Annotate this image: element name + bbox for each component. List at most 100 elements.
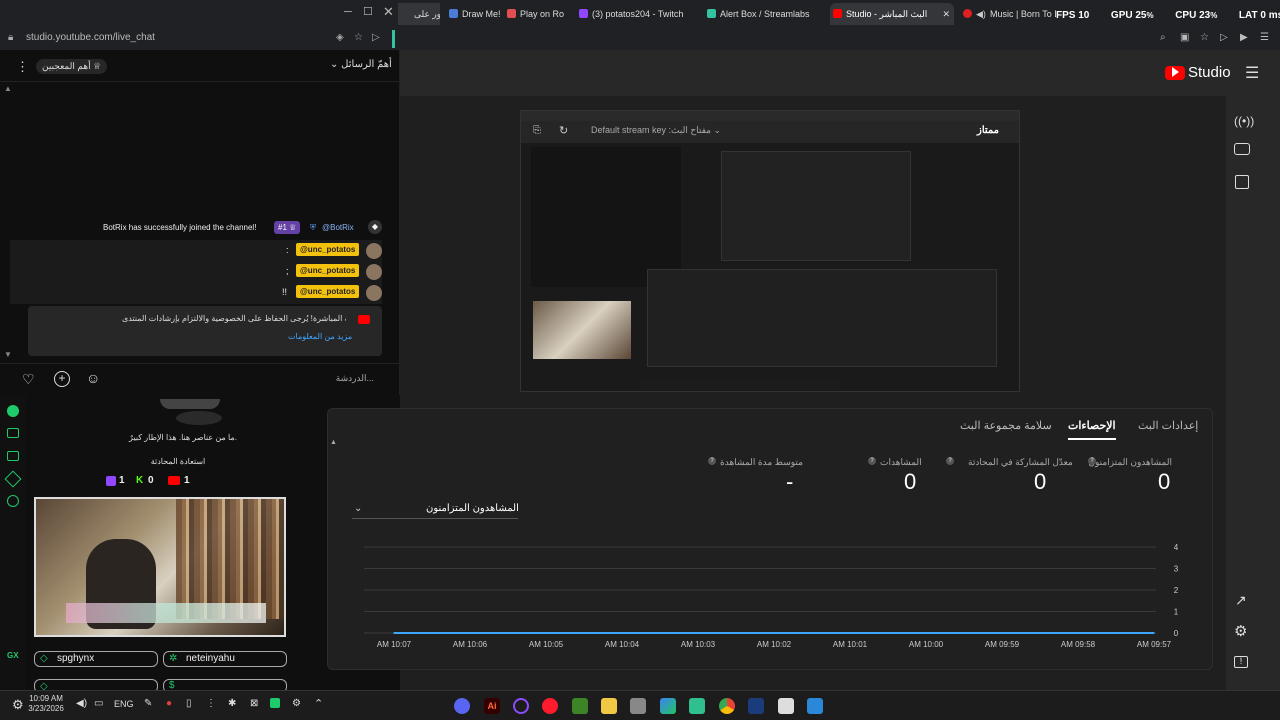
discord-icon[interactable] (454, 698, 470, 714)
x-tick-label: AM 09:59 (985, 640, 1020, 649)
tab-5[interactable]: Studio - البث المباشر ✕ (830, 3, 954, 25)
heart-icon[interactable]: ♡ (22, 371, 35, 388)
chat-filter-dropdown[interactable]: ⌄ أهمّ الرسائل (330, 59, 392, 70)
calculator-icon[interactable] (630, 698, 646, 714)
minimize-icon[interactable]: ─ (344, 6, 352, 18)
tab-search-icon[interactable]: ⌕ (1160, 32, 1166, 43)
external-link-icon[interactable]: ↗ (1235, 592, 1247, 609)
calendar-icon[interactable] (1235, 175, 1249, 189)
address-bar[interactable]: 🔒︎ studio.youtube.com/live_chat ◈ ☆ ▷ (0, 28, 400, 50)
monitor-icon[interactable]: ▭ (94, 698, 103, 709)
scroll-up-icon[interactable]: ▲ (4, 84, 12, 93)
maximize-icon[interactable]: ☐ (363, 5, 373, 18)
studio-brand[interactable]: Studio (1188, 64, 1231, 81)
bluetooth-icon[interactable]: ✱ (228, 698, 236, 709)
opera-gx-icon[interactable] (542, 698, 558, 714)
tab-3[interactable]: (3) potatos204 - Twitch (576, 3, 694, 25)
extension-icon[interactable] (7, 405, 19, 417)
emoji-icon[interactable]: ☺ (86, 370, 100, 386)
app-icon[interactable] (513, 698, 529, 714)
help-icon[interactable]: ? (946, 457, 954, 465)
tab-2[interactable]: Play on Ro (504, 3, 568, 25)
data-point (925, 632, 927, 634)
volume-icon[interactable]: ◀) (76, 698, 87, 709)
metric-select-label: المشاهدون المتزامنون (426, 503, 519, 514)
tab-close-icon[interactable]: ✕ (942, 3, 950, 25)
screenshot-icon[interactable]: ▣ (1180, 32, 1189, 43)
device-icon[interactable]: ▯ (186, 698, 192, 709)
send-icon[interactable]: ▷ (372, 32, 380, 43)
tab-4[interactable]: Alert Box / Streamlabs (704, 3, 822, 25)
pen-icon[interactable]: ✎ (144, 698, 152, 709)
live-broadcast-icon[interactable]: ((•)) (1234, 114, 1254, 128)
windows-start-icon[interactable] (807, 698, 823, 714)
copy-icon[interactable]: ⎘ (533, 125, 541, 136)
mention-chip[interactable]: @unc_potatos (296, 243, 360, 256)
send-icon[interactable]: ▷ (1220, 32, 1228, 43)
tab-0[interactable]: منشور على (398, 3, 440, 25)
extension-icon[interactable] (7, 428, 19, 438)
menu-icon[interactable]: ☰ (1260, 32, 1269, 43)
camera-icon[interactable] (1234, 143, 1250, 155)
folder-icon[interactable] (601, 698, 617, 714)
network-icon[interactable]: ⊠ (250, 698, 258, 709)
settings-icon[interactable]: ⚙ (12, 697, 24, 713)
extension-icon[interactable] (7, 451, 19, 461)
stat-label: المشاهدات (880, 457, 922, 467)
chevron-up-icon[interactable]: ⌃ (314, 697, 323, 710)
url-text[interactable]: studio.youtube.com/live_chat (26, 32, 155, 43)
settings-icon[interactable] (7, 495, 19, 507)
preview-tab-strip (521, 111, 1019, 121)
author-name[interactable]: @BotRix (322, 223, 354, 232)
settings-icon[interactable]: ⚙ (1234, 622, 1247, 640)
roblox-icon (507, 9, 516, 18)
scroll-down-icon[interactable]: ▼ (4, 350, 12, 359)
app-icon[interactable] (778, 698, 794, 714)
top-fans-chip[interactable]: أهم المعجبين ♕ (36, 59, 108, 74)
refresh-icon[interactable]: ↻ (559, 124, 568, 137)
help-icon[interactable]: ? (708, 457, 716, 465)
chevron-down-icon: ⌄ (354, 503, 363, 514)
learn-more-link[interactable]: مزيد من المعلومات (288, 332, 352, 341)
app-icon[interactable] (689, 698, 705, 714)
tab-analytics[interactable]: الإحصاءات (1068, 419, 1116, 440)
help-icon[interactable]: ? (868, 457, 876, 465)
feedback-icon[interactable]: ! (1234, 656, 1248, 668)
tab-1[interactable]: Draw Me! (446, 3, 502, 25)
mic-icon[interactable]: ● (166, 698, 172, 709)
clock[interactable]: 10:09 AM 3/23/2026 (26, 694, 66, 714)
mention-chip[interactable]: @unc_potatos (296, 285, 360, 298)
restore-chat-link[interactable]: استعادة المحادثة (128, 457, 228, 466)
tab-6[interactable]: ◀) Music | Born To Die (960, 3, 1056, 25)
mention-chip[interactable]: @unc_potatos (296, 264, 360, 277)
more-options-icon[interactable]: ⋮ (16, 59, 29, 75)
forward-icon[interactable]: ▶ (1240, 32, 1248, 43)
minecraft-icon[interactable] (572, 698, 588, 714)
chat-input[interactable]: الدردشة... (300, 373, 374, 384)
stream-key-select[interactable]: ⌄ مفتاح البث: Default stream key (591, 125, 721, 136)
shield-icon[interactable]: ◈ (336, 32, 344, 43)
tab-label: (3) potatos204 - Twitch (592, 9, 684, 19)
illustrator-icon[interactable]: Ai (484, 698, 500, 714)
tab-stream-settings[interactable]: إعدادات البث (1138, 419, 1198, 432)
steam-icon[interactable]: ⚙ (292, 698, 301, 709)
add-icon[interactable]: + (54, 371, 70, 387)
close-icon[interactable]: ✕ (383, 4, 394, 20)
hamburger-menu-icon[interactable]: ☰ (1245, 63, 1259, 83)
preview-cam-image (533, 301, 631, 359)
extension-icon[interactable]: ⋮ (206, 698, 216, 709)
copilot-icon[interactable] (660, 698, 676, 714)
badge-pill: #1 ♕ (274, 221, 301, 234)
bookmark-icon[interactable]: ☆ (354, 32, 363, 43)
help-icon[interactable]: ? (1088, 457, 1096, 465)
app-tray-icon[interactable] (270, 698, 280, 708)
youtube-icon (168, 476, 180, 485)
bookmark-icon[interactable]: ☆ (1200, 32, 1209, 43)
extension-icon[interactable] (4, 470, 22, 488)
metric-select[interactable]: ⌄ المشاهدون المتزامنون (352, 501, 519, 519)
language-indicator[interactable]: ENG (114, 699, 134, 709)
collapse-icon[interactable]: ▲ (330, 439, 337, 446)
chrome-icon[interactable] (719, 698, 735, 714)
tab-stream-health[interactable]: سلامة مجموعة البث (960, 419, 1052, 432)
photoshop-icon[interactable] (748, 698, 764, 714)
